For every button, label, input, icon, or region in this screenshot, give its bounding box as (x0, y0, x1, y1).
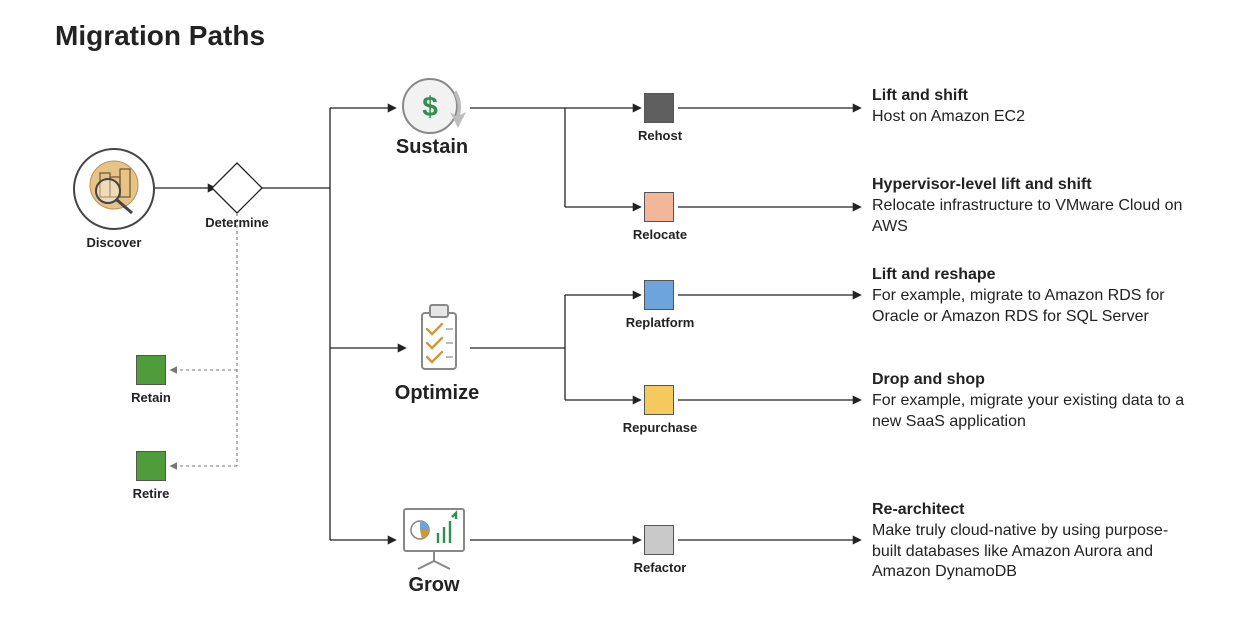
rehost-desc: Lift and shift Host on Amazon EC2 (872, 86, 1025, 128)
rehost-box (644, 93, 674, 123)
rehost-label: Rehost (620, 128, 700, 143)
discover-label: Discover (70, 235, 158, 250)
repurchase-label: Repurchase (606, 420, 714, 435)
repurchase-desc-title: Drop and shop (872, 370, 1192, 391)
relocate-box (644, 192, 674, 222)
diagram-title: Migration Paths (55, 20, 265, 52)
diagram-canvas: Migration Paths (0, 0, 1234, 620)
retire-box (136, 451, 166, 481)
retain-box (136, 355, 166, 385)
grow-label: Grow (388, 574, 480, 597)
optimize-icon (408, 303, 468, 386)
repurchase-desc: Drop and shop For example, migrate your … (872, 370, 1192, 432)
retain-label: Retain (116, 390, 186, 405)
grow-desc-title: Re-architect (872, 500, 1192, 521)
refactor-box (644, 525, 674, 555)
replatform-label: Replatform (608, 315, 712, 330)
determine-label: Determine (197, 215, 277, 230)
relocate-desc-title: Hypervisor-level lift and shift (872, 175, 1192, 196)
refactor-label: Refactor (616, 560, 704, 575)
replatform-box (644, 280, 674, 310)
svg-text:$: $ (422, 91, 438, 122)
sustain-label: Sustain (378, 136, 486, 159)
replatform-desc: Lift and reshape For example, migrate to… (872, 265, 1192, 327)
repurchase-desc-body: For example, migrate your existing data … (872, 391, 1192, 433)
grow-desc-body: Make truly cloud-native by using purpose… (872, 521, 1192, 583)
optimize-label: Optimize (378, 382, 496, 405)
repurchase-box (644, 385, 674, 415)
discover-icon (70, 145, 158, 238)
retire-label: Retire (116, 486, 186, 501)
relocate-label: Relocate (616, 227, 704, 242)
grow-desc: Re-architect Make truly cloud-native by … (872, 500, 1192, 583)
relocate-desc-body: Relocate infrastructure to VMware Cloud … (872, 196, 1192, 238)
rehost-desc-title: Lift and shift (872, 86, 1025, 107)
replatform-desc-body: For example, migrate to Amazon RDS for O… (872, 286, 1192, 328)
grow-icon (398, 503, 470, 578)
sustain-icon: $ (398, 76, 466, 143)
replatform-desc-title: Lift and reshape (872, 265, 1192, 286)
rehost-desc-body: Host on Amazon EC2 (872, 107, 1025, 128)
relocate-desc: Hypervisor-level lift and shift Relocate… (872, 175, 1192, 237)
